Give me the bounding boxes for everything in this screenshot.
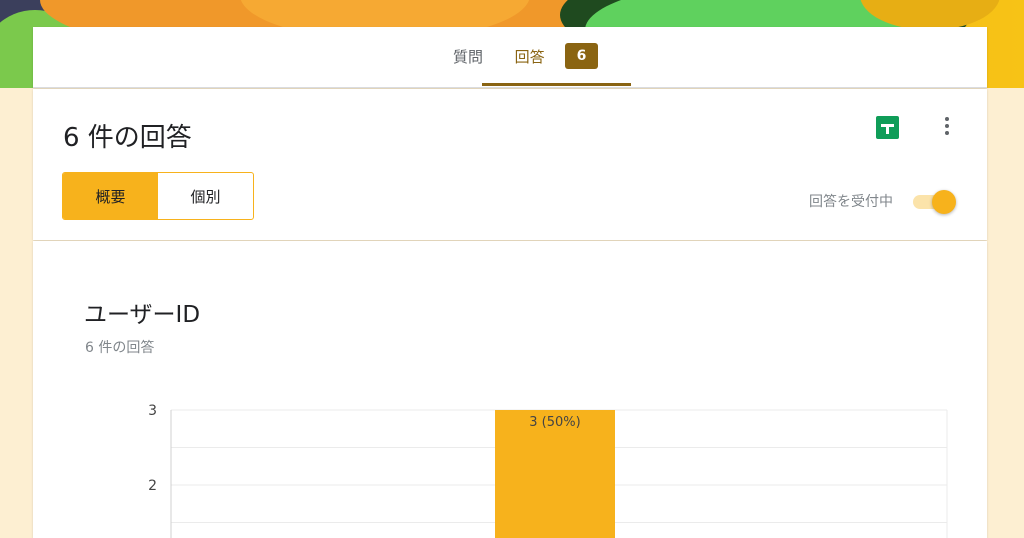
bar-chart: 3 2 3 (50%)	[148, 403, 948, 538]
tab-bar: 質問 回答 6	[33, 27, 987, 88]
chart-y-tick-label: 3	[148, 403, 157, 419]
active-tab-indicator	[482, 83, 631, 86]
accepting-responses-label: 回答を受付中	[809, 194, 893, 210]
chart-y-tick-label: 2	[148, 478, 157, 494]
tab-questions-label: 質問	[452, 47, 483, 66]
responses-summary-card: 6 件の回答 概要 個別 回答を受付中	[33, 89, 987, 240]
tab-responses[interactable]: 回答 6	[482, 27, 631, 85]
more-vert-icon[interactable]	[937, 113, 957, 139]
individual-view-button[interactable]: 個別	[158, 173, 253, 219]
toggle-knob	[932, 190, 956, 214]
response-count-badge: 6	[564, 43, 599, 69]
tab-responses-label: 回答	[514, 47, 545, 66]
summary-view-button[interactable]: 概要	[63, 173, 158, 219]
chart-bar-label: 3 (50%)	[529, 415, 580, 430]
view-switcher: 概要 個別	[62, 172, 254, 220]
sheets-icon[interactable]	[876, 116, 899, 139]
responses-title: 6 件の回答	[63, 123, 192, 153]
question-summary-card: ユーザーID 6 件の回答 323 (50%)	[33, 241, 987, 538]
accepting-responses-toggle[interactable]	[911, 189, 957, 215]
